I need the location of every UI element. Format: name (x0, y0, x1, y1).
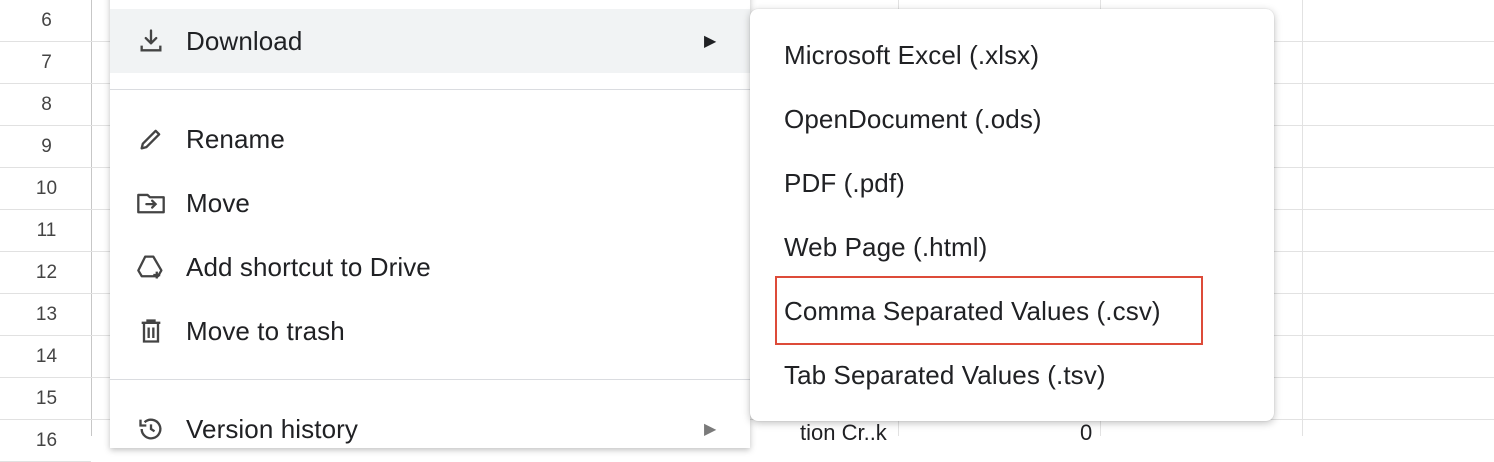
row-number[interactable]: 13 (0, 294, 91, 336)
grid-line (1302, 0, 1303, 436)
menu-divider (110, 89, 750, 90)
menu-item-label: Download (186, 25, 303, 56)
menu-item-trash[interactable]: Move to trash (110, 299, 750, 363)
folder-move-icon (136, 188, 166, 218)
download-option-tsv[interactable]: Tab Separated Values (.tsv) (784, 358, 1106, 392)
menu-item-move[interactable]: Move (110, 171, 750, 235)
menu-item-add-shortcut[interactable]: Add shortcut to Drive (110, 235, 750, 299)
menu-item-label: Rename (186, 123, 285, 154)
download-option-pdf[interactable]: PDF (.pdf) (784, 166, 905, 200)
row-header-column: 6 7 8 9 10 11 12 13 14 15 16 (0, 0, 92, 462)
menu-item-rename[interactable]: Rename (110, 107, 750, 171)
menu-item-label: Add shortcut to Drive (186, 251, 431, 282)
download-option-html[interactable]: Web Page (.html) (784, 230, 987, 264)
row-number[interactable]: 8 (0, 84, 91, 126)
history-icon (136, 414, 166, 444)
menu-item-label: Move (186, 187, 250, 218)
menu-item-label: Move to trash (186, 315, 345, 346)
trash-icon (136, 316, 166, 346)
row-number[interactable]: 6 (0, 0, 91, 42)
download-option-ods[interactable]: OpenDocument (.ods) (784, 102, 1042, 136)
pencil-icon (136, 124, 166, 154)
submenu-arrow-icon: ▶ (704, 421, 717, 438)
cell-number[interactable]: 0 (1080, 420, 1092, 446)
download-option-xlsx[interactable]: Microsoft Excel (.xlsx) (784, 38, 1039, 72)
drive-shortcut-icon (136, 252, 166, 282)
menu-item-download[interactable]: Download ▶ (110, 9, 750, 73)
row-number[interactable]: 16 (0, 420, 91, 462)
menu-item-version-history[interactable]: Version history ▶ (110, 397, 750, 461)
download-icon (136, 26, 166, 56)
menu-divider (110, 379, 750, 380)
cell-text[interactable]: tion Cr..k (800, 420, 887, 446)
file-menu: Download ▶ Rename Move Add shortcut to D… (110, 0, 750, 448)
row-number[interactable]: 15 (0, 378, 91, 420)
row-number[interactable]: 11 (0, 210, 91, 252)
highlight-box (775, 276, 1203, 345)
row-number[interactable]: 10 (0, 168, 91, 210)
submenu-arrow-icon: ▶ (704, 33, 717, 50)
row-number[interactable]: 9 (0, 126, 91, 168)
download-submenu: Microsoft Excel (.xlsx) OpenDocument (.o… (750, 9, 1274, 421)
row-number[interactable]: 14 (0, 336, 91, 378)
row-number[interactable]: 12 (0, 252, 91, 294)
row-number[interactable]: 7 (0, 42, 91, 84)
menu-item-label: Version history (186, 413, 359, 444)
